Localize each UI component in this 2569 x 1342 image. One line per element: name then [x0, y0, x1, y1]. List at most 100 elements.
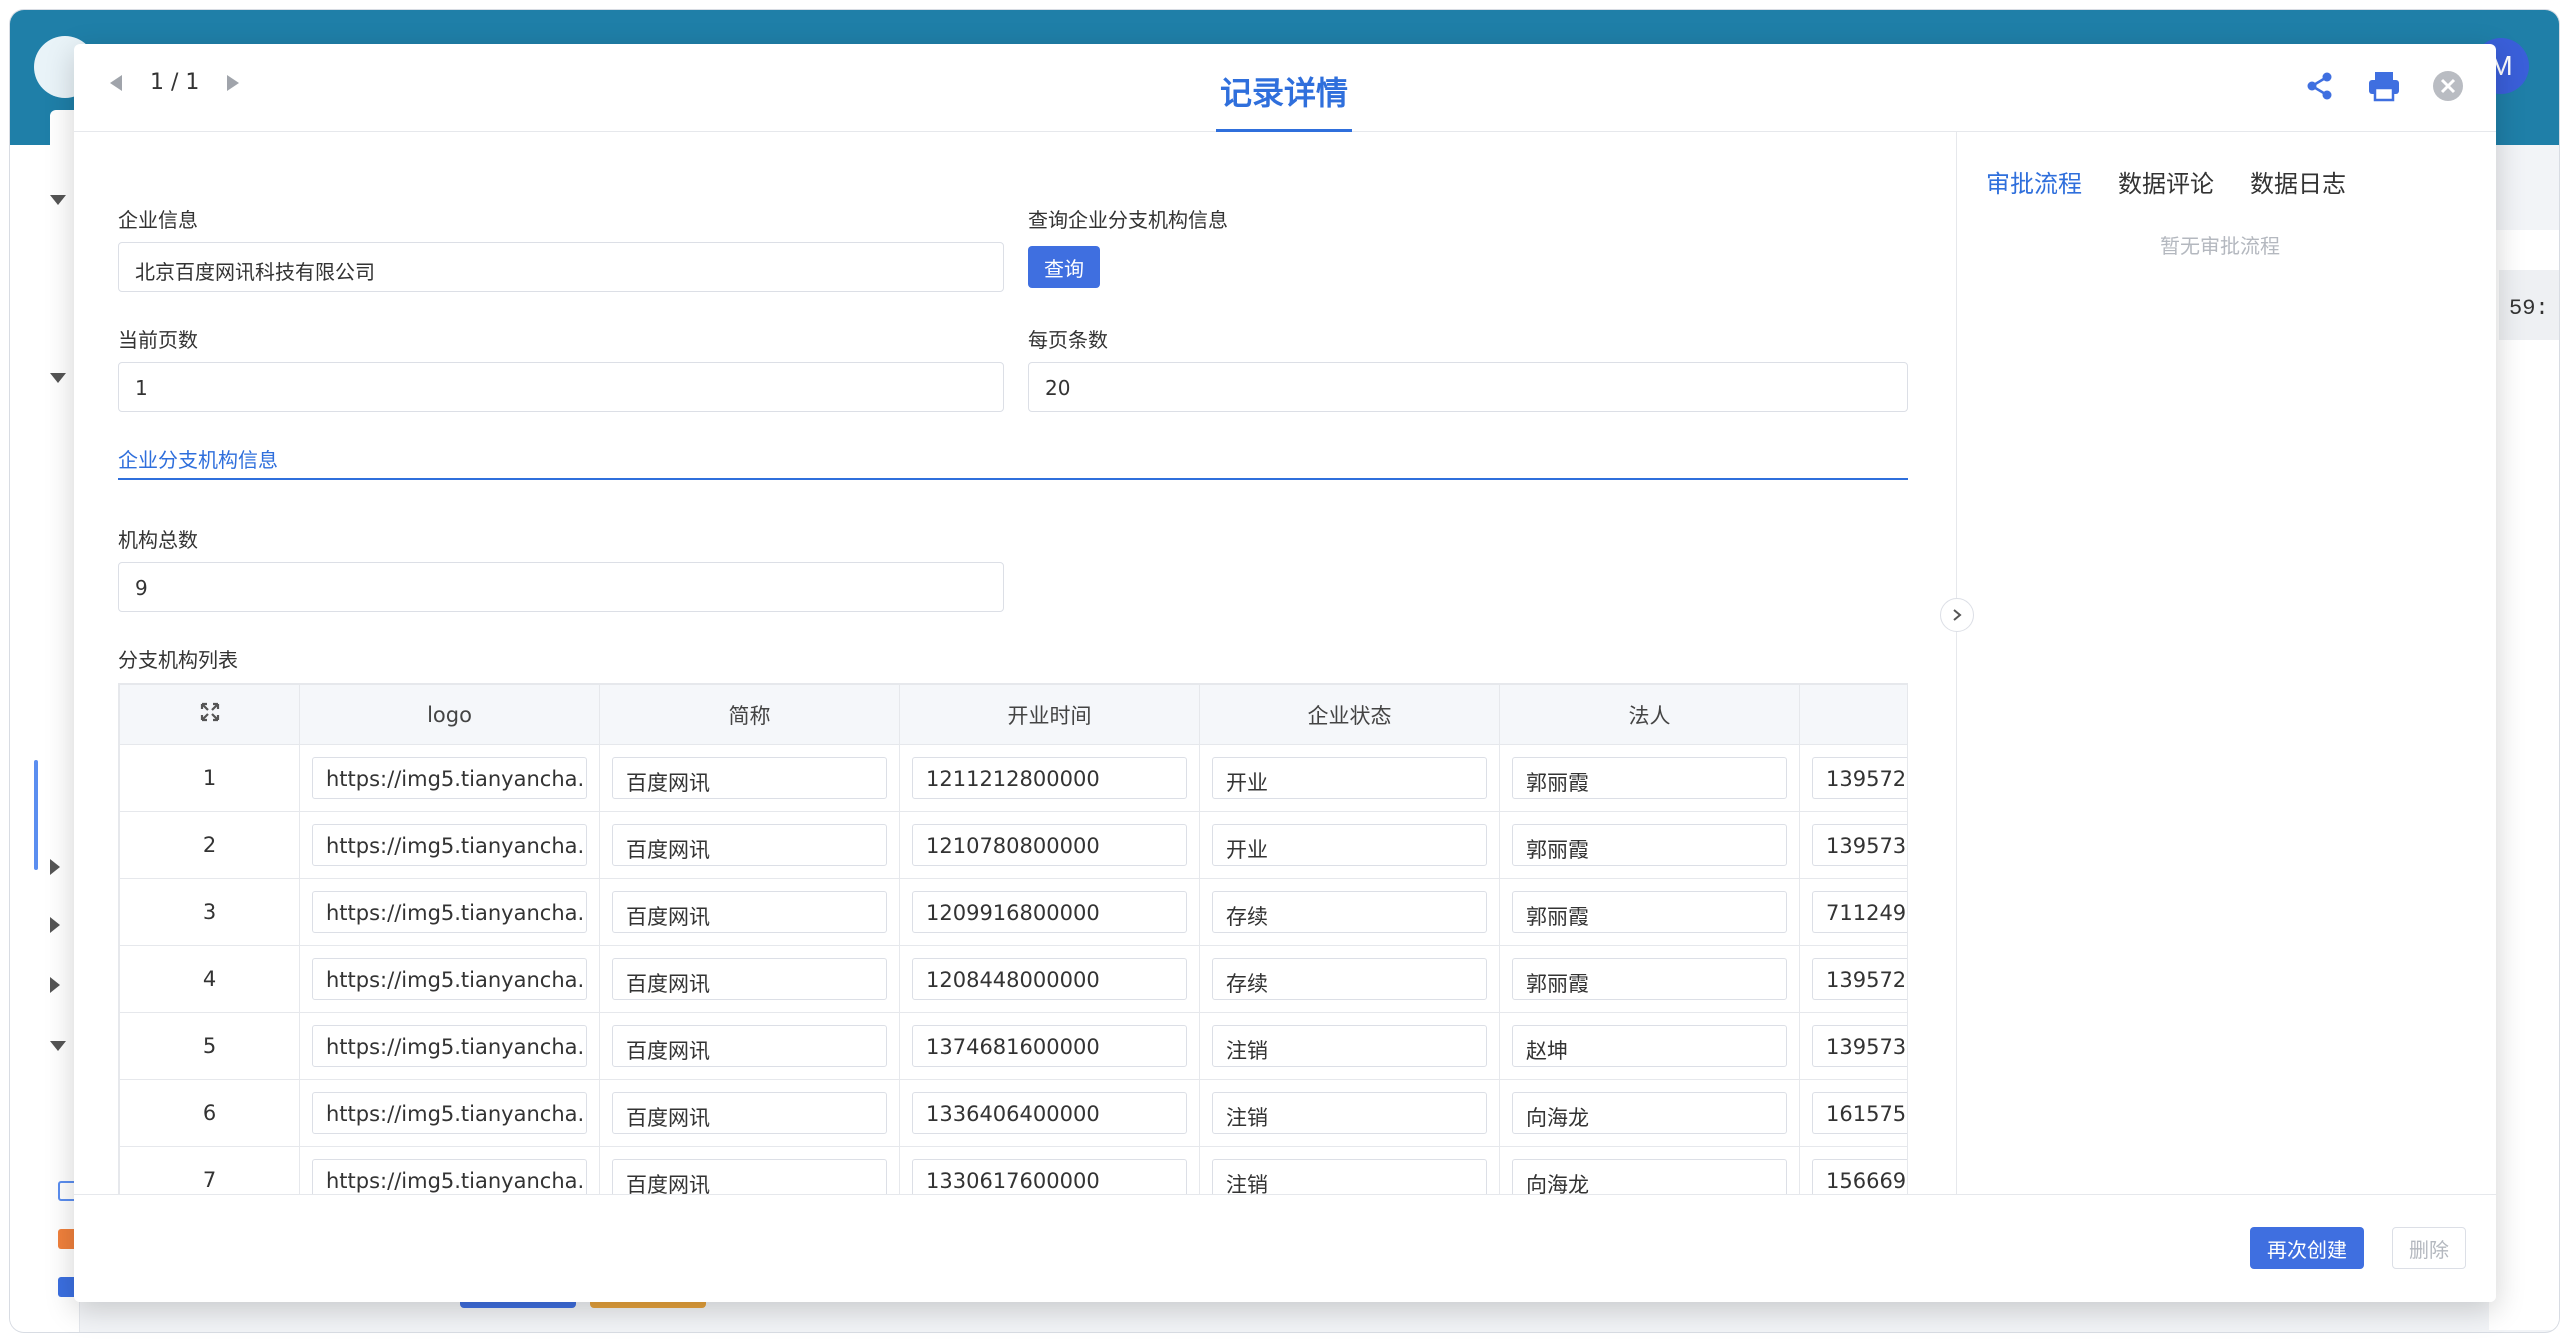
- short-name-cell-input[interactable]: 百度网讯: [612, 1025, 887, 1067]
- table-cell: 1209916800000: [899, 878, 1200, 946]
- next-record-icon[interactable]: [227, 74, 240, 91]
- page-input[interactable]: 1: [118, 362, 1004, 412]
- status-cell-input[interactable]: 开业: [1212, 824, 1487, 866]
- short-name-cell-input[interactable]: 百度网讯: [612, 958, 887, 1000]
- row-index: 2: [119, 811, 300, 879]
- logo-cell-input[interactable]: https://img5.tianyancha.: [312, 1025, 587, 1067]
- extra-cell-input[interactable]: 1395730: [1812, 1025, 1907, 1067]
- page-label: 当前页数: [118, 328, 198, 352]
- short-name-cell-input[interactable]: 百度网讯: [612, 824, 887, 866]
- table-cell: 百度网讯: [599, 878, 900, 946]
- row-index: 6: [119, 1079, 300, 1147]
- logo-cell-input[interactable]: https://img5.tianyancha.: [312, 824, 587, 866]
- table-cell: 1336406400000: [899, 1079, 1200, 1147]
- status-cell-input[interactable]: 注销: [1212, 1092, 1487, 1134]
- table-cell: 百度网讯: [599, 945, 900, 1013]
- status-cell-input[interactable]: 存续: [1212, 891, 1487, 933]
- page-size-label: 每页条数: [1028, 328, 1108, 352]
- table-cell: 赵坤: [1499, 1012, 1800, 1080]
- close-icon[interactable]: [2430, 68, 2466, 104]
- short-name-cell-input[interactable]: 百度网讯: [612, 891, 887, 933]
- table-row: 4 https://img5.tianyancha. 百度网讯 12084480000…: [119, 945, 1907, 1013]
- logo-cell-input[interactable]: https://img5.tianyancha.: [312, 958, 587, 1000]
- logo-cell-input[interactable]: https://img5.tianyancha.: [312, 891, 587, 933]
- caret-right-icon[interactable]: [50, 859, 60, 875]
- table-cell: 百度网讯: [599, 1012, 900, 1080]
- table-cell: 1374681600000: [899, 1012, 1200, 1080]
- chevron-right-icon: [1953, 609, 1962, 621]
- tab-approval-flow[interactable]: 审批流程: [1986, 164, 2082, 199]
- table-cell: 存续: [1199, 945, 1500, 1013]
- empty-approval-text: 暂无审批流程: [2160, 234, 2280, 258]
- open-time-cell-input[interactable]: 1336406400000: [912, 1092, 1187, 1134]
- record-detail-modal: 1 / 1 记录详情 企业信息 北京百度网讯科技有限公司 查询企业分支机构信息 …: [74, 44, 2496, 1302]
- column-header-legal-person: 法人: [1499, 684, 1800, 745]
- table-cell: 1615756: [1799, 1079, 1907, 1147]
- caret-down-icon[interactable]: [50, 373, 66, 383]
- table-row: 2 https://img5.tianyancha. 百度网讯 12107808000…: [119, 811, 1907, 879]
- modal-footer: 再次创建 删除: [74, 1194, 2496, 1302]
- open-time-cell-input[interactable]: 1209916800000: [912, 891, 1187, 933]
- print-icon[interactable]: [2366, 68, 2402, 104]
- column-header-status: 企业状态: [1199, 684, 1500, 745]
- caret-right-icon[interactable]: [50, 917, 60, 933]
- total-input[interactable]: 9: [118, 562, 1004, 612]
- table-row: 3 https://img5.tianyancha. 百度网讯 12099168000…: [119, 878, 1907, 946]
- column-header-logo: logo: [299, 684, 600, 745]
- open-time-cell-input[interactable]: 1211212800000: [912, 757, 1187, 799]
- prev-record-icon[interactable]: [110, 74, 122, 91]
- short-name-cell-input[interactable]: 百度网讯: [612, 757, 887, 799]
- legal-person-cell-input[interactable]: 郭丽霞: [1512, 757, 1787, 799]
- short-name-cell-input[interactable]: 百度网讯: [612, 1092, 887, 1134]
- extra-cell-input[interactable]: 1615756: [1812, 1092, 1907, 1134]
- app-right-row: 59:: [2499, 270, 2559, 340]
- branch-table-body: 1 https://img5.tianyancha. 百度网讯 12112128000…: [119, 744, 1907, 1214]
- logo-cell-input[interactable]: https://img5.tianyancha.: [312, 1092, 587, 1134]
- open-time-cell-input[interactable]: 1210780800000: [912, 824, 1187, 866]
- legal-person-cell-input[interactable]: 郭丽霞: [1512, 824, 1787, 866]
- row-index: 4: [119, 945, 300, 1013]
- caret-down-icon[interactable]: [50, 1041, 66, 1051]
- table-cell: 开业: [1199, 811, 1500, 879]
- expand-icon[interactable]: [200, 702, 220, 722]
- status-cell-input[interactable]: 开业: [1212, 757, 1487, 799]
- status-cell-input[interactable]: 存续: [1212, 958, 1487, 1000]
- collapse-panel-button[interactable]: [1940, 598, 1974, 632]
- legal-person-cell-input[interactable]: 郭丽霞: [1512, 891, 1787, 933]
- share-icon[interactable]: [2302, 68, 2338, 104]
- delete-button[interactable]: 删除: [2392, 1227, 2466, 1269]
- row-index: 5: [119, 1012, 300, 1080]
- page-size-input[interactable]: 20: [1028, 362, 1908, 412]
- table-cell: 1395730: [1799, 811, 1907, 879]
- expand-column-header[interactable]: [119, 684, 300, 745]
- table-row: 6 https://img5.tianyancha. 百度网讯 13364064000…: [119, 1079, 1907, 1147]
- legal-person-cell-input[interactable]: 向海龙: [1512, 1092, 1787, 1134]
- extra-cell-input[interactable]: 1395729: [1812, 958, 1907, 1000]
- open-time-cell-input[interactable]: 1208448000000: [912, 958, 1187, 1000]
- table-cell: 郭丽霞: [1499, 811, 1800, 879]
- extra-cell-input[interactable]: 7112498: [1812, 891, 1907, 933]
- company-input[interactable]: 北京百度网讯科技有限公司: [118, 242, 1004, 292]
- query-button[interactable]: 查询: [1028, 246, 1100, 288]
- table-cell: 1211212800000: [899, 744, 1200, 812]
- logo-cell-input[interactable]: https://img5.tianyancha.: [312, 757, 587, 799]
- open-time-cell-input[interactable]: 1374681600000: [912, 1025, 1187, 1067]
- table-cell: 百度网讯: [599, 1079, 900, 1147]
- extra-cell-input[interactable]: 1395730: [1812, 824, 1907, 866]
- tab-data-comments[interactable]: 数据评论: [2118, 164, 2214, 199]
- caret-down-icon[interactable]: [50, 195, 66, 205]
- table-cell: 7112498: [1799, 878, 1907, 946]
- table-row: 5 https://img5.tianyancha. 百度网讯 13746816000…: [119, 1012, 1907, 1080]
- column-header-open-time: 开业时间: [899, 684, 1200, 745]
- recreate-button[interactable]: 再次创建: [2250, 1227, 2364, 1269]
- caret-right-icon[interactable]: [50, 977, 60, 993]
- column-header-extra: [1799, 684, 1907, 745]
- extra-cell-input[interactable]: 1395729: [1812, 757, 1907, 799]
- table-cell: 1210780800000: [899, 811, 1200, 879]
- tab-data-log[interactable]: 数据日志: [2250, 164, 2346, 199]
- legal-person-cell-input[interactable]: 郭丽霞: [1512, 958, 1787, 1000]
- legal-person-cell-input[interactable]: 赵坤: [1512, 1025, 1787, 1067]
- table-cell: 百度网讯: [599, 811, 900, 879]
- section-title: 企业分支机构信息: [118, 444, 1908, 480]
- status-cell-input[interactable]: 注销: [1212, 1025, 1487, 1067]
